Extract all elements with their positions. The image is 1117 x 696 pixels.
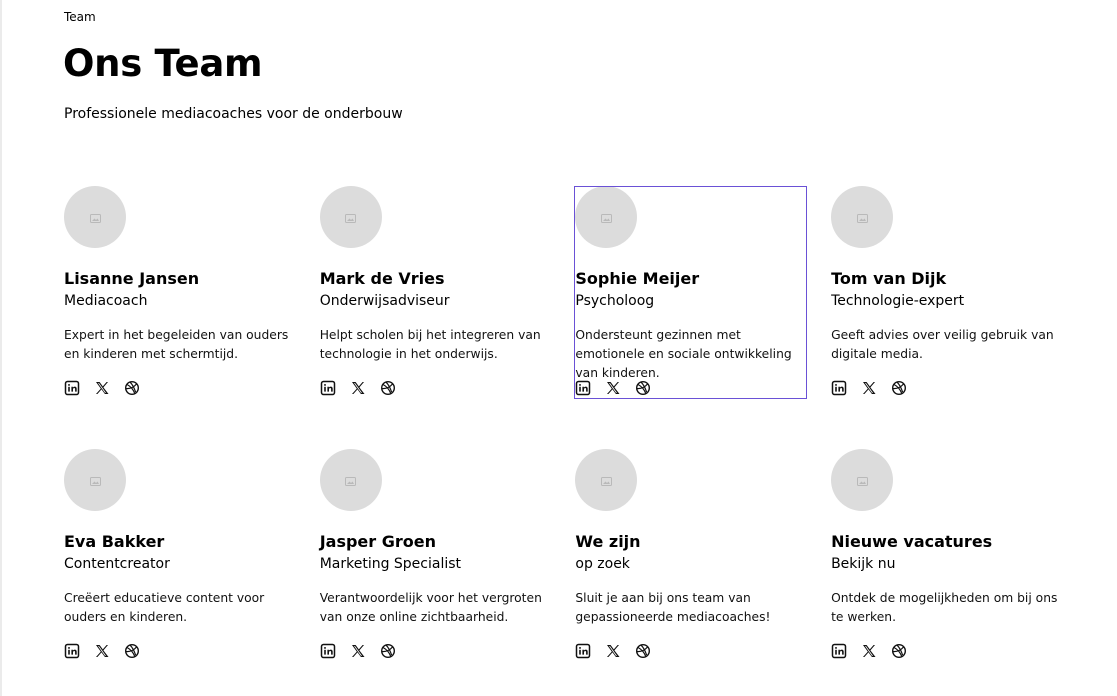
image-placeholder-icon [856,471,868,490]
team-grid: Lisanne Jansen Mediacoach Expert in het … [64,186,1063,662]
left-border [0,0,2,696]
member-name: Mark de Vries [319,269,445,288]
x-icon[interactable] [94,380,110,396]
x-icon[interactable] [861,643,877,659]
member-bio: Helpt scholen bij het integreren van tec… [319,328,541,361]
member-name: Tom van Dijk [831,269,947,288]
member-bio: Ontdek de mogelijkheden om bij ons te we… [831,591,1058,624]
member-bio: Ondersteunt gezinnen met emotionele en s… [575,328,792,380]
avatar [319,449,382,511]
image-placeholder-icon [89,208,101,227]
dribbble-icon[interactable] [891,643,907,659]
social-links [320,380,396,396]
member-name: Sophie Meijer [575,269,700,288]
x-icon[interactable] [94,643,110,659]
linkedin-icon[interactable] [320,380,336,396]
image-placeholder-icon [345,208,357,227]
page-title: Ons Team [63,42,263,85]
member-role: Technologie-expert [831,293,965,309]
member-bio: Sluit je aan bij ons team van gepassione… [575,591,771,624]
team-card: We zijn op zoek Sluit je aan bij ons tea… [575,449,807,662]
member-bio: Expert in het begeleiden van ouders en k… [64,328,289,361]
linkedin-icon[interactable] [575,380,591,396]
social-links [831,643,907,659]
avatar [575,449,638,511]
team-card: Jasper Groen Marketing Specialist Verant… [319,449,552,662]
member-role: Bekijk nu [831,556,896,572]
x-icon[interactable] [861,380,877,396]
avatar [319,186,382,248]
team-card: Tom van Dijk Technologie-expert Geeft ad… [831,186,1063,399]
team-card: Sophie Meijer Psycholoog Ondersteunt gez… [574,186,808,399]
avatar [575,186,638,248]
member-name: We zijn [575,532,641,551]
x-icon[interactable] [350,643,366,659]
member-bio: Verantwoordelijk voor het vergroten van … [319,591,542,624]
team-card: Mark de Vries Onderwijsadviseur Helpt sc… [319,186,552,399]
linkedin-icon[interactable] [64,643,80,659]
member-role: Onderwijsadviseur [319,293,450,309]
image-placeholder-icon [89,471,101,490]
member-role: Psycholoog [575,293,655,309]
team-card: Lisanne Jansen Mediacoach Expert in het … [64,186,296,399]
social-links [831,380,907,396]
linkedin-icon[interactable] [575,643,591,659]
member-name: Lisanne Jansen [64,269,200,288]
social-links [64,643,140,659]
social-links [320,643,396,659]
member-bio: Creëert educatieve content voor ouders e… [64,591,265,624]
dribbble-icon[interactable] [380,380,396,396]
dribbble-icon[interactable] [124,643,140,659]
avatar [64,449,126,511]
social-links [64,380,140,396]
team-card: Nieuwe vacatures Bekijk nu Ontdek de mog… [831,449,1063,662]
dribbble-icon[interactable] [124,380,140,396]
x-icon[interactable] [605,380,621,396]
team-card: Eva Bakker Contentcreator Creëert educat… [64,449,296,662]
dribbble-icon[interactable] [635,380,651,396]
linkedin-icon[interactable] [831,643,847,659]
image-placeholder-icon [345,471,357,490]
member-name: Jasper Groen [319,532,436,551]
image-placeholder-icon [600,208,612,227]
member-role: Contentcreator [64,556,170,572]
avatar [831,186,894,248]
page-subtitle: Professionele mediacoaches voor de onder… [64,106,403,122]
member-role: Marketing Specialist [319,556,462,572]
dribbble-icon[interactable] [635,643,651,659]
x-icon[interactable] [605,643,621,659]
member-name: Eva Bakker [64,532,165,551]
member-role: Mediacoach [64,293,148,309]
linkedin-icon[interactable] [64,380,80,396]
image-placeholder-icon [600,471,612,490]
linkedin-icon[interactable] [831,380,847,396]
member-name: Nieuwe vacatures [831,532,993,551]
image-placeholder-icon [856,208,868,227]
section-eyebrow: Team [64,10,96,24]
avatar [831,449,894,511]
member-bio: Geeft advies over veilig gebruik van dig… [831,328,1054,361]
avatar [64,186,126,248]
dribbble-icon[interactable] [891,380,907,396]
x-icon[interactable] [350,380,366,396]
dribbble-icon[interactable] [380,643,396,659]
social-links [575,380,651,396]
member-role: op zoek [575,556,630,572]
social-links [575,643,651,659]
linkedin-icon[interactable] [320,643,336,659]
